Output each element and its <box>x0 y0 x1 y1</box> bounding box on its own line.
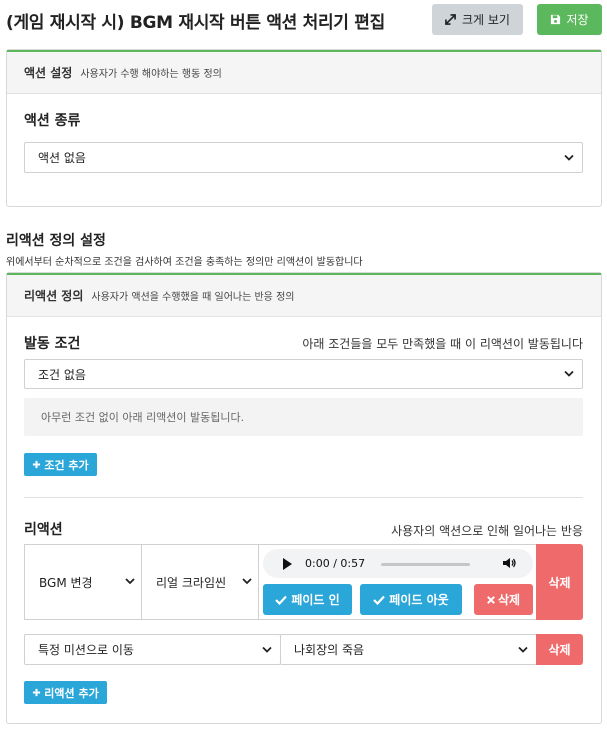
reactions-hint: 사용자의 액션으로 인해 일어나는 반응 <box>391 524 583 538</box>
action-settings-card: 액션 설정 사용자가 수행 해야하는 행동 정의 <box>6 49 602 207</box>
chevron-down-icon <box>242 578 252 585</box>
check-icon <box>373 595 386 605</box>
audio-player[interactable]: 0:00 / 0:57 <box>263 549 533 578</box>
action-settings-header: 액션 설정 사용자가 수행 해야하는 행동 정의 <box>7 50 601 94</box>
audio-time: 0:00 / 0:57 <box>305 557 366 570</box>
action-type-select[interactable]: 액션 없음 <box>24 142 583 173</box>
action-settings-title: 액션 설정 <box>24 66 73 80</box>
add-reaction-button[interactable]: 리액션 추가 <box>24 681 107 704</box>
mission-value: 나회장의 죽음 <box>294 643 365 657</box>
expand-icon <box>445 14 456 25</box>
save-icon <box>551 14 561 25</box>
reactions-label: 리액션 <box>24 522 63 538</box>
reaction2-delete-button[interactable]: 삭제 <box>536 634 583 665</box>
fade-out-button[interactable]: 페이드 아웃 <box>360 584 462 615</box>
reaction1-delete-button[interactable]: 삭제 <box>536 544 583 620</box>
page-header: (게임 재시작 시) BGM 재시작 버튼 액션 처리기 편집 크게 보기 저장 <box>0 0 607 44</box>
reaction-settings-title: 리액션 정의 설정 <box>6 233 106 249</box>
chevron-down-icon <box>262 646 272 653</box>
save-button[interactable]: 저장 <box>537 4 602 35</box>
chevron-down-icon <box>564 154 574 161</box>
reaction-definition-header: 리액션 정의 사용자가 액션을 수행했을 때 일어나는 반응 정의 <box>7 273 601 317</box>
condition-value: 조건 없음 <box>38 367 86 382</box>
reaction2-delete-label: 삭제 <box>548 643 571 657</box>
add-reaction-label: 리액션 추가 <box>44 686 99 700</box>
mission-select[interactable]: 나회장의 죽음 <box>280 634 537 665</box>
empty-conditions-message: 아무런 조건 없이 아래 리액션이 발동됩니다. <box>24 398 583 436</box>
play-icon[interactable] <box>282 558 292 570</box>
action-type-value: 액션 없음 <box>38 151 86 165</box>
close-icon <box>487 595 495 604</box>
action-settings-subtitle: 사용자가 수행 해야하는 행동 정의 <box>80 69 222 80</box>
add-condition-button[interactable]: 조건 추가 <box>24 453 97 476</box>
plus-icon <box>33 688 41 697</box>
expand-button[interactable]: 크게 보기 <box>432 4 523 35</box>
save-button-label: 저장 <box>566 13 589 27</box>
bgm-track-select[interactable]: 리얼 크라임씬 <box>141 544 259 620</box>
reaction-definition-subtitle: 사용자가 액션을 수행했을 때 일어나는 반응 정의 <box>91 292 295 303</box>
fade-out-label: 페이드 아웃 <box>389 593 449 607</box>
trigger-condition-hint: 아래 조건들을 모두 만족했을 때 이 리액션이 발동됩니다 <box>302 337 583 351</box>
add-condition-label: 조건 추가 <box>44 458 89 472</box>
expand-button-label: 크게 보기 <box>462 13 510 27</box>
volume-icon[interactable] <box>502 557 516 569</box>
chevron-down-icon <box>518 646 528 653</box>
reaction1-delete-label: 삭제 <box>548 575 571 590</box>
divider <box>24 497 583 498</box>
plus-icon <box>33 460 41 469</box>
reaction-type-select[interactable]: BGM 변경 <box>24 544 142 620</box>
reaction-type-value: BGM 변경 <box>39 575 93 590</box>
reaction-settings-subtitle: 위에서부터 순차적으로 조건을 검사하여 조건을 충족하는 정의만 리액션이 발… <box>6 257 363 268</box>
chevron-down-icon <box>125 578 135 585</box>
action-type-label: 액션 종류 <box>24 113 81 129</box>
fade-in-label: 페이드 인 <box>291 593 340 607</box>
fade-in-button[interactable]: 페이드 인 <box>263 584 352 615</box>
reaction2-type-value: 특정 미션으로 이동 <box>38 643 134 657</box>
chevron-down-icon <box>564 370 574 377</box>
bgm-delete-button[interactable]: 삭제 <box>474 584 533 615</box>
trigger-condition-label: 발동 조건 <box>24 336 81 352</box>
reaction2-type-select[interactable]: 특정 미션으로 이동 <box>24 634 281 665</box>
check-icon <box>275 595 288 605</box>
page-title: (게임 재시작 시) BGM 재시작 버튼 액션 처리기 편집 <box>6 13 385 33</box>
reaction-definition-title: 리액션 정의 <box>24 289 84 303</box>
bgm-delete-label: 삭제 <box>497 593 521 607</box>
condition-select[interactable]: 조건 없음 <box>24 359 583 389</box>
audio-progress-track[interactable] <box>381 563 470 566</box>
bgm-track-value: 리얼 크라임씬 <box>156 575 227 590</box>
